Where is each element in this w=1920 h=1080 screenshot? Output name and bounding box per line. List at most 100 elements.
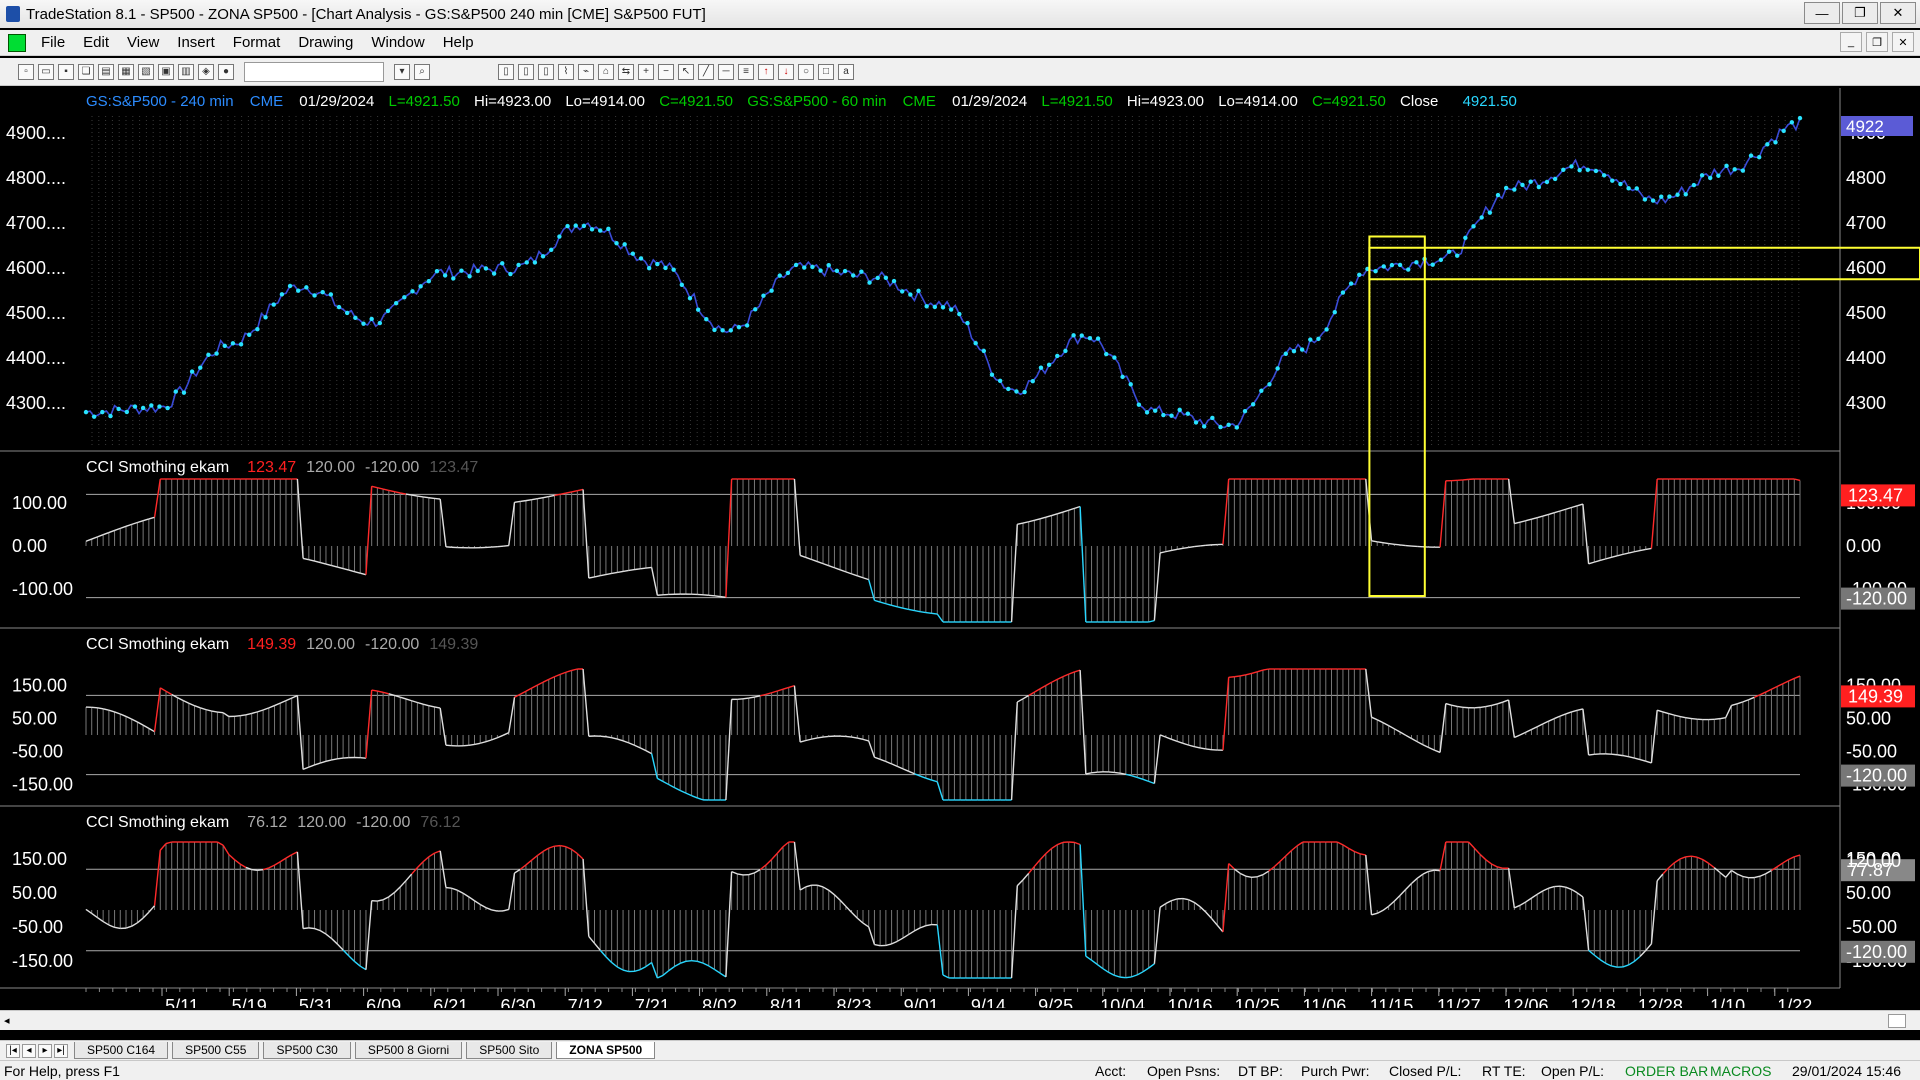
horizontal-line-icon[interactable]: ─ [718, 63, 734, 80]
price-point [1732, 167, 1737, 172]
menu-insert[interactable]: Insert [168, 34, 224, 51]
zoom-out-icon[interactable]: − [658, 63, 674, 80]
cci-line-segment [502, 544, 509, 547]
price-point [336, 304, 342, 310]
trendline-icon[interactable]: ╱ [698, 63, 714, 80]
menu-edit[interactable]: Edit [74, 34, 118, 51]
price-point [344, 310, 350, 316]
mdi-minimize-button[interactable]: _ [1840, 32, 1862, 52]
price-point [1659, 194, 1664, 199]
maximize-button[interactable]: ❐ [1842, 2, 1878, 24]
pointer-icon[interactable]: ↖ [678, 63, 694, 80]
tab-sp500-c30[interactable]: SP500 C30 [263, 1042, 351, 1059]
price-point [116, 406, 121, 412]
symbol-dropdown[interactable] [244, 61, 384, 82]
horizontal-scrollbar[interactable]: ◂ [0, 1010, 1920, 1030]
price-point [247, 332, 252, 337]
tab-zona-sp500[interactable]: ZONA SP500 [556, 1042, 656, 1059]
arrow-down-icon[interactable]: ↓ [778, 63, 794, 80]
status-order-bar[interactable]: ORDER BAR [1625, 1063, 1708, 1079]
cci-line-segment [428, 497, 435, 500]
cci-line-segment [720, 595, 726, 599]
lock-icon[interactable]: ▥ [178, 63, 194, 80]
copy-icon[interactable]: ❏ [78, 63, 94, 80]
menu-format[interactable]: Format [224, 34, 290, 51]
date-label: 12/06 [1503, 996, 1548, 1008]
tab-sp500-c164[interactable]: SP500 C164 [74, 1042, 169, 1059]
bar-icon[interactable]: ▯ [498, 63, 514, 80]
tab-prev-icon[interactable]: ◂ [22, 1043, 36, 1058]
tab-sp500-sito[interactable]: SP500 Sito [466, 1042, 553, 1059]
price-point [940, 305, 946, 310]
price-point [1055, 353, 1060, 359]
menu-help[interactable]: Help [434, 34, 483, 51]
line-icon[interactable]: ▯ [518, 63, 534, 80]
indicator-icon[interactable]: ⌁ [578, 63, 594, 80]
price-point [1618, 181, 1623, 187]
date-label: 7/12 [568, 996, 603, 1008]
zoom-in-icon[interactable]: + [638, 63, 654, 80]
tab-first-icon[interactable]: |◂ [6, 1043, 20, 1058]
menu-file[interactable]: File [32, 34, 74, 51]
save-icon[interactable]: ▪ [58, 63, 74, 80]
price-point [1610, 178, 1615, 183]
price-point [671, 267, 676, 272]
price-point [214, 351, 219, 356]
tab-last-icon[interactable]: ▸| [54, 1043, 68, 1058]
cci-line-segment [817, 736, 824, 739]
scroll-icon[interactable]: ⇆ [618, 63, 634, 80]
find-icon[interactable]: ⌕ [414, 63, 430, 80]
cci-value: 149.39 [247, 636, 296, 653]
arrow-up-icon[interactable]: ↑ [758, 63, 774, 80]
scroll-thumb[interactable] [1888, 1014, 1906, 1028]
cci-upper: 120.00 [297, 814, 346, 831]
paste-icon[interactable]: ▤ [98, 63, 114, 80]
print-preview-icon[interactable]: ▧ [138, 63, 154, 80]
menu-drawing[interactable]: Drawing [289, 34, 362, 51]
mdi-restore-button[interactable]: ❐ [1866, 32, 1888, 52]
chart-svg[interactable]: GS:S&P500 - 240 min CME 01/29/2024 L=492… [0, 88, 1920, 1016]
fib-icon[interactable]: ≡ [738, 63, 754, 80]
status-help: For Help, press F1 [4, 1063, 120, 1079]
close-button[interactable]: ✕ [1880, 2, 1916, 24]
window-icon[interactable]: ▣ [158, 63, 174, 80]
tab-sp500-8-giorni[interactable]: SP500 8 Giorni [354, 1042, 463, 1059]
price-point [108, 413, 113, 419]
strategy-icon[interactable]: ⌂ [598, 63, 614, 80]
price-point [377, 320, 383, 326]
candle-icon[interactable]: ▯ [538, 63, 554, 80]
style-icon[interactable]: ◈ [198, 63, 214, 80]
open-icon[interactable]: ▭ [38, 63, 54, 80]
minimize-button[interactable]: — [1804, 2, 1840, 24]
price-point [989, 372, 995, 377]
menu-view[interactable]: View [118, 34, 168, 51]
price-point [1193, 420, 1199, 425]
scroll-left-icon[interactable]: ◂ [4, 1014, 10, 1027]
rectangle-icon[interactable]: □ [818, 63, 834, 80]
price-point [1324, 327, 1329, 332]
price-point [508, 271, 513, 277]
new-icon[interactable]: ▫ [18, 63, 34, 80]
menu-window[interactable]: Window [362, 34, 433, 51]
color-icon[interactable]: ● [218, 63, 234, 80]
price-point [1601, 173, 1607, 178]
ellipse-icon[interactable]: ○ [798, 63, 814, 80]
status-macros[interactable]: MACROS [1710, 1063, 1771, 1079]
price-point [1340, 290, 1346, 295]
chart-area[interactable]: GS:S&P500 - 240 min CME 01/29/2024 L=492… [0, 88, 1920, 1016]
tab-next-icon[interactable]: ▸ [38, 1043, 52, 1058]
price-point [1691, 182, 1697, 188]
price-point [320, 289, 325, 295]
tab-sp500-c55[interactable]: SP500 C55 [172, 1042, 260, 1059]
dropdown-arrow-icon[interactable]: ▾ [394, 63, 410, 80]
text-icon[interactable]: a [838, 63, 854, 80]
print-icon[interactable]: ▦ [118, 63, 134, 80]
price-point [793, 262, 799, 268]
date-label: 9/14 [971, 996, 1006, 1008]
mdi-close-button[interactable]: ✕ [1892, 32, 1914, 52]
cci-axis-label: 100.00 [12, 493, 67, 513]
date-label: 5/11 [165, 996, 199, 1008]
price-point [532, 260, 538, 265]
chart-type-icon[interactable]: ⌇ [558, 63, 574, 80]
price-point [483, 266, 489, 271]
